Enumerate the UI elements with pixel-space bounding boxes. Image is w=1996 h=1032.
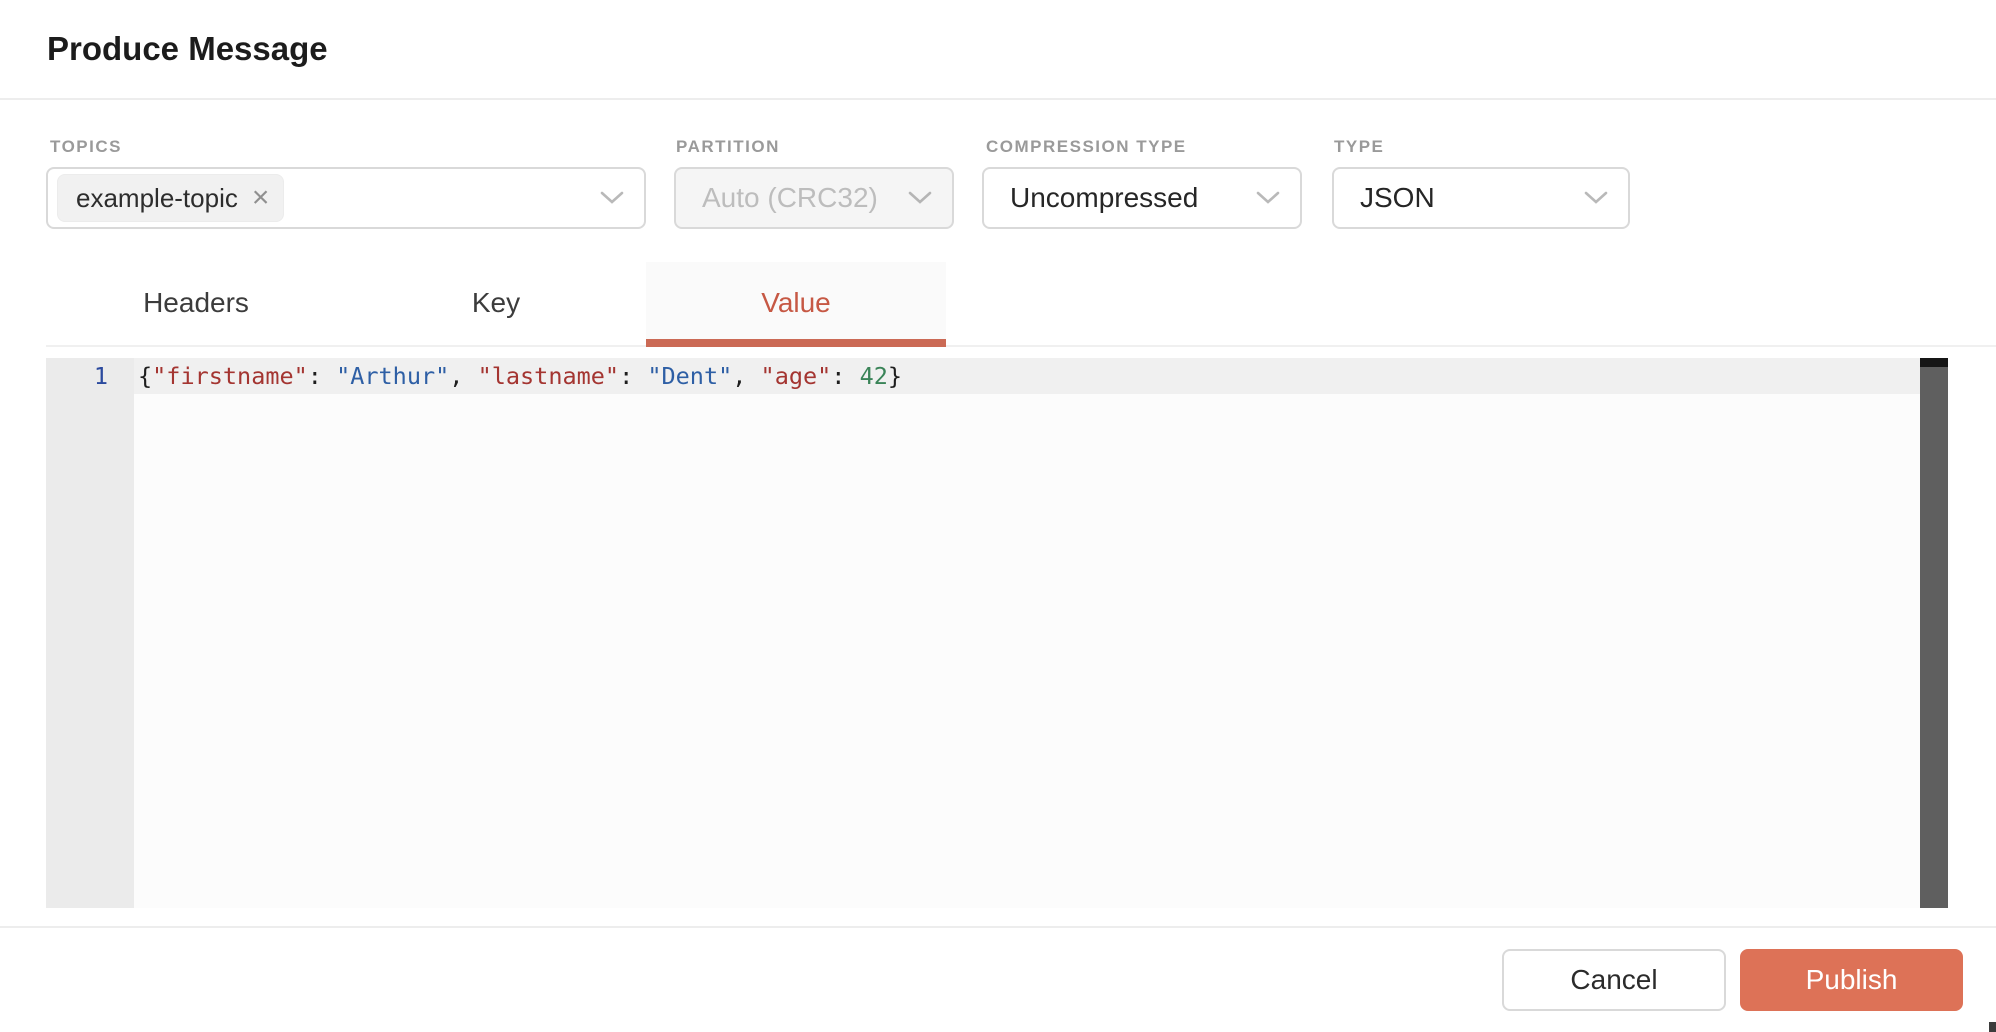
remove-topic-icon[interactable]: × <box>252 183 270 213</box>
topics-select[interactable]: example-topic × <box>46 167 646 229</box>
footer-divider <box>0 926 1996 928</box>
header-divider <box>0 98 1996 100</box>
editor-scrollbar[interactable] <box>1920 358 1948 908</box>
type-select[interactable]: JSON <box>1332 167 1630 229</box>
editor-gutter: 1 <box>46 358 134 908</box>
cancel-button[interactable]: Cancel <box>1502 949 1726 1011</box>
compression-label: COMPRESSION TYPE <box>986 137 1187 157</box>
partition-select: Auto (CRC32) <box>674 167 954 229</box>
line-number: 1 <box>46 358 108 394</box>
topic-tag-label: example-topic <box>76 183 238 214</box>
partition-label: PARTITION <box>676 137 780 157</box>
publish-button[interactable]: Publish <box>1740 949 1963 1011</box>
chevron-down-icon <box>1256 191 1280 205</box>
tab-value[interactable]: Value <box>646 262 946 344</box>
chevron-down-icon <box>1584 191 1608 205</box>
topic-tag: example-topic × <box>57 174 284 222</box>
chevron-down-icon <box>908 191 932 205</box>
value-editor[interactable]: 1 {"firstname": "Arthur", "lastname": "D… <box>46 358 1948 908</box>
tab-key[interactable]: Key <box>346 262 646 344</box>
compression-type-select[interactable]: Uncompressed <box>982 167 1302 229</box>
page-corner-artifact <box>1989 1022 1996 1032</box>
tab-headers[interactable]: Headers <box>46 262 346 344</box>
produce-message-dialog: Produce Message TOPICS PARTITION COMPRES… <box>0 0 1996 1032</box>
page-title: Produce Message <box>47 30 328 68</box>
type-value: JSON <box>1334 182 1435 214</box>
scrollbar-thumb[interactable] <box>1920 358 1948 367</box>
tabbar-border <box>46 345 1996 347</box>
topics-label: TOPICS <box>50 137 122 157</box>
compression-value: Uncompressed <box>984 182 1198 214</box>
active-tab-indicator <box>646 339 946 347</box>
chevron-down-icon <box>600 191 624 205</box>
type-label: TYPE <box>1334 137 1384 157</box>
partition-value: Auto (CRC32) <box>676 182 878 214</box>
code-line[interactable]: {"firstname": "Arthur", "lastname": "Den… <box>138 358 902 394</box>
